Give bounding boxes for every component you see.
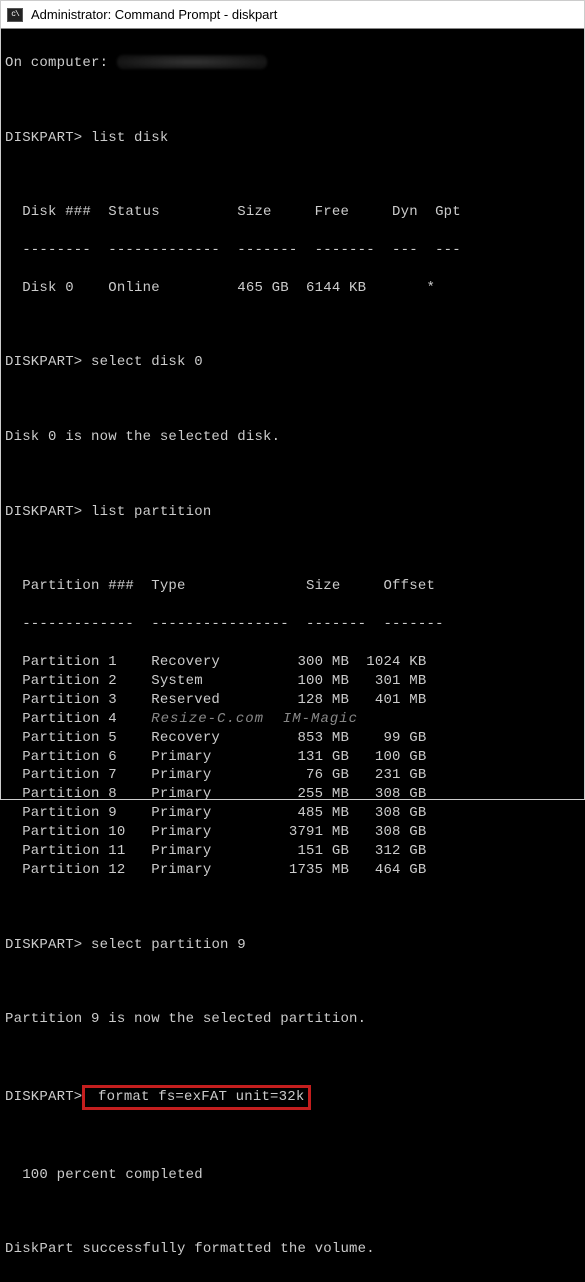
partition-row: Partition 5 Recovery 853 MB 99 GB: [5, 729, 580, 748]
prompt: DISKPART>: [5, 130, 82, 146]
disk-table-header: Disk ### Status Size Free Dyn Gpt: [5, 203, 580, 222]
partition-row: Partition 8 Primary 255 MB 308 GB: [5, 785, 580, 804]
disk-row: Disk 0 Online 465 GB 6144 KB *: [5, 279, 580, 298]
selected-disk-msg: Disk 0 is now the selected disk.: [5, 428, 580, 447]
window-title: Administrator: Command Prompt - diskpart: [31, 7, 277, 22]
cmd-format-highlight: format fs=exFAT unit=32k: [82, 1085, 311, 1110]
prompt: DISKPART>: [5, 354, 82, 370]
partition-row: Partition 3 Reserved 128 MB 401 MB: [5, 691, 580, 710]
watermark-text: Resize-C.com IM-Magic: [151, 710, 358, 729]
cmd-list-partition: list partition: [82, 504, 211, 520]
computer-name-redacted: [117, 55, 267, 69]
terminal-output: On computer: DISKPART> list disk Disk ##…: [1, 29, 584, 1282]
cmd-format: format fs=exFAT unit=32k: [89, 1089, 304, 1105]
on-computer-label: On computer:: [5, 55, 117, 71]
partition-table-header: Partition ### Type Size Offset: [5, 577, 580, 596]
progress-text: 100 percent completed: [5, 1166, 580, 1185]
partition-row: Partition 6 Primary 131 GB 100 GB: [5, 748, 580, 767]
prompt: DISKPART>: [5, 504, 82, 520]
cmd-select-disk: select disk 0: [82, 354, 202, 370]
cmd-list-disk: list disk: [82, 130, 168, 146]
partition-row: Partition 7 Primary 76 GB 231 GB: [5, 766, 580, 785]
titlebar[interactable]: c\ Administrator: Command Prompt - diskp…: [1, 1, 584, 29]
partition-row: Partition 1 Recovery 300 MB 1024 KB: [5, 653, 580, 672]
success-msg: DiskPart successfully formatted the volu…: [5, 1240, 580, 1259]
cmd-select-partition: select partition 9: [82, 937, 245, 953]
prompt: DISKPART>: [5, 937, 82, 953]
partition-row: Partition 2 System 100 MB 301 MB: [5, 672, 580, 691]
partition-row: Partition 4 Resize-C.com IM-Magic: [5, 710, 580, 729]
partition-table-divider: ------------- ---------------- ------- -…: [5, 615, 580, 634]
cmd-icon: c\: [7, 8, 23, 22]
partition-row: Partition 11 Primary 151 GB 312 GB: [5, 842, 580, 861]
partition-row: Partition 10 Primary 3791 MB 308 GB: [5, 823, 580, 842]
disk-table-divider: -------- ------------- ------- ------- -…: [5, 241, 580, 260]
partition-row: Partition 9 Primary 485 MB 308 GB: [5, 804, 580, 823]
selected-partition-msg: Partition 9 is now the selected partitio…: [5, 1010, 580, 1029]
prompt: DISKPART>: [5, 1089, 82, 1105]
partition-row: Partition 12 Primary 1735 MB 464 GB: [5, 861, 580, 880]
